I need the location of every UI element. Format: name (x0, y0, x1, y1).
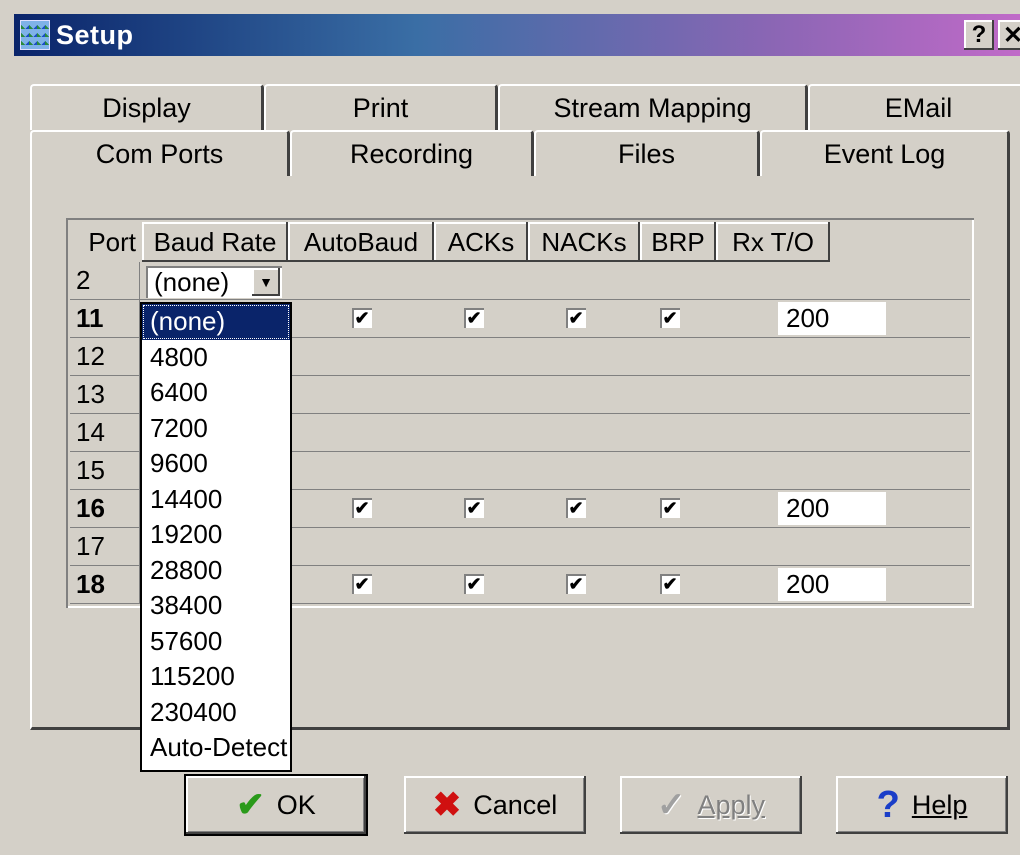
check-icon: ✔ (236, 786, 265, 824)
baud-option[interactable]: 9600 (142, 446, 290, 482)
col-nacks[interactable]: NACKs (528, 222, 640, 262)
grid-header: Port Baud Rate AutoBaud ACKs NACKs BRP R… (70, 222, 830, 262)
baud-option[interactable]: 230400 (142, 695, 290, 731)
baud-option[interactable]: 4800 (142, 340, 290, 376)
close-button[interactable]: ✕ (998, 20, 1020, 50)
port-number: 16 (70, 490, 140, 527)
port-number: 11 (70, 300, 140, 337)
baud-option[interactable]: 14400 (142, 482, 290, 518)
cancel-label: Cancel (473, 789, 558, 820)
col-port: Port (70, 222, 142, 262)
tab-com-ports[interactable]: Com Ports (30, 130, 290, 176)
tab-display[interactable]: Display (30, 84, 264, 130)
nacks-checkbox[interactable]: ✔ (566, 308, 586, 328)
ok-label: OK (276, 789, 316, 820)
acks-checkbox[interactable]: ✔ (464, 574, 484, 594)
col-autobaud[interactable]: AutoBaud (288, 222, 434, 262)
baud-option[interactable]: 7200 (142, 411, 290, 447)
autobaud-checkbox[interactable]: ✔ (352, 308, 372, 328)
col-acks[interactable]: ACKs (434, 222, 528, 262)
chevron-down-icon[interactable]: ▼ (252, 268, 280, 296)
autobaud-checkbox[interactable]: ✔ (352, 498, 372, 518)
nacks-checkbox[interactable]: ✔ (566, 574, 586, 594)
col-baud-rate[interactable]: Baud Rate (142, 222, 288, 262)
acks-checkbox[interactable]: ✔ (464, 308, 484, 328)
help-button[interactable]: ? Help (836, 776, 1008, 834)
baud-option[interactable]: 115200 (142, 659, 290, 695)
baud-option[interactable]: 28800 (142, 553, 290, 589)
brp-checkbox[interactable]: ✔ (660, 574, 680, 594)
col-rx-timeout[interactable]: Rx T/O (716, 222, 830, 262)
tab-print[interactable]: Print (264, 84, 498, 130)
brp-checkbox[interactable]: ✔ (660, 308, 680, 328)
ok-button[interactable]: ✔ OK (186, 776, 366, 834)
cancel-button[interactable]: ✖ Cancel (404, 776, 586, 834)
baud-rate-value: (none) (154, 266, 230, 297)
rx-timeout-field[interactable]: 200 (778, 568, 886, 601)
baud-option[interactable]: Auto-Detect (142, 730, 290, 766)
port-number: 17 (70, 528, 140, 565)
tab-email[interactable]: EMail (808, 84, 1020, 130)
baud-rate-dropdown-list[interactable]: (none) 4800 6400 7200 9600 14400 19200 28800 384… (140, 302, 292, 772)
baud-option[interactable]: 19200 (142, 517, 290, 553)
baud-rate-combo[interactable]: (none) ▼ (146, 266, 282, 298)
x-icon: ✖ (432, 786, 462, 824)
tab-row-front: Com Ports Recording Files Event Log (30, 130, 1010, 176)
tab-row-back: Display Print Stream Mapping EMail (30, 84, 1020, 130)
col-brp[interactable]: BRP (640, 222, 716, 262)
question-icon: ? (876, 784, 900, 826)
tab-event-log[interactable]: Event Log (760, 130, 1010, 176)
port-number: 13 (70, 376, 140, 413)
acks-checkbox[interactable]: ✔ (464, 498, 484, 518)
baud-option[interactable]: 38400 (142, 588, 290, 624)
brp-checkbox[interactable]: ✔ (660, 498, 680, 518)
baud-option[interactable]: (none) (142, 304, 290, 340)
window-title: Setup (56, 19, 134, 50)
baud-option[interactable]: 57600 (142, 624, 290, 660)
tab-files[interactable]: Files (534, 130, 760, 176)
title-bar[interactable]: Setup ? ✕ (14, 14, 1020, 56)
tab-recording[interactable]: Recording (290, 130, 534, 176)
autobaud-checkbox[interactable]: ✔ (352, 574, 372, 594)
help-label: Help (911, 789, 968, 820)
apply-label: Apply (697, 789, 766, 820)
rx-timeout-field[interactable]: 200 (778, 302, 886, 335)
setup-window: Setup ? ✕ Display Print Stream Mapping E… (0, 0, 1020, 855)
apply-button[interactable]: ✓ Apply (620, 776, 802, 834)
port-number: 18 (70, 566, 140, 603)
port-number: 2 (70, 262, 140, 299)
nacks-checkbox[interactable]: ✔ (566, 498, 586, 518)
rx-timeout-field[interactable]: 200 (778, 492, 886, 525)
tab-stream-mapping[interactable]: Stream Mapping (498, 84, 808, 130)
app-icon (20, 20, 50, 50)
apply-check-icon: ✓ (656, 786, 686, 824)
port-number: 12 (70, 338, 140, 375)
baud-option[interactable]: 6400 (142, 375, 290, 411)
port-number: 15 (70, 452, 140, 489)
port-number: 14 (70, 414, 140, 451)
help-title-button[interactable]: ? (964, 20, 994, 50)
